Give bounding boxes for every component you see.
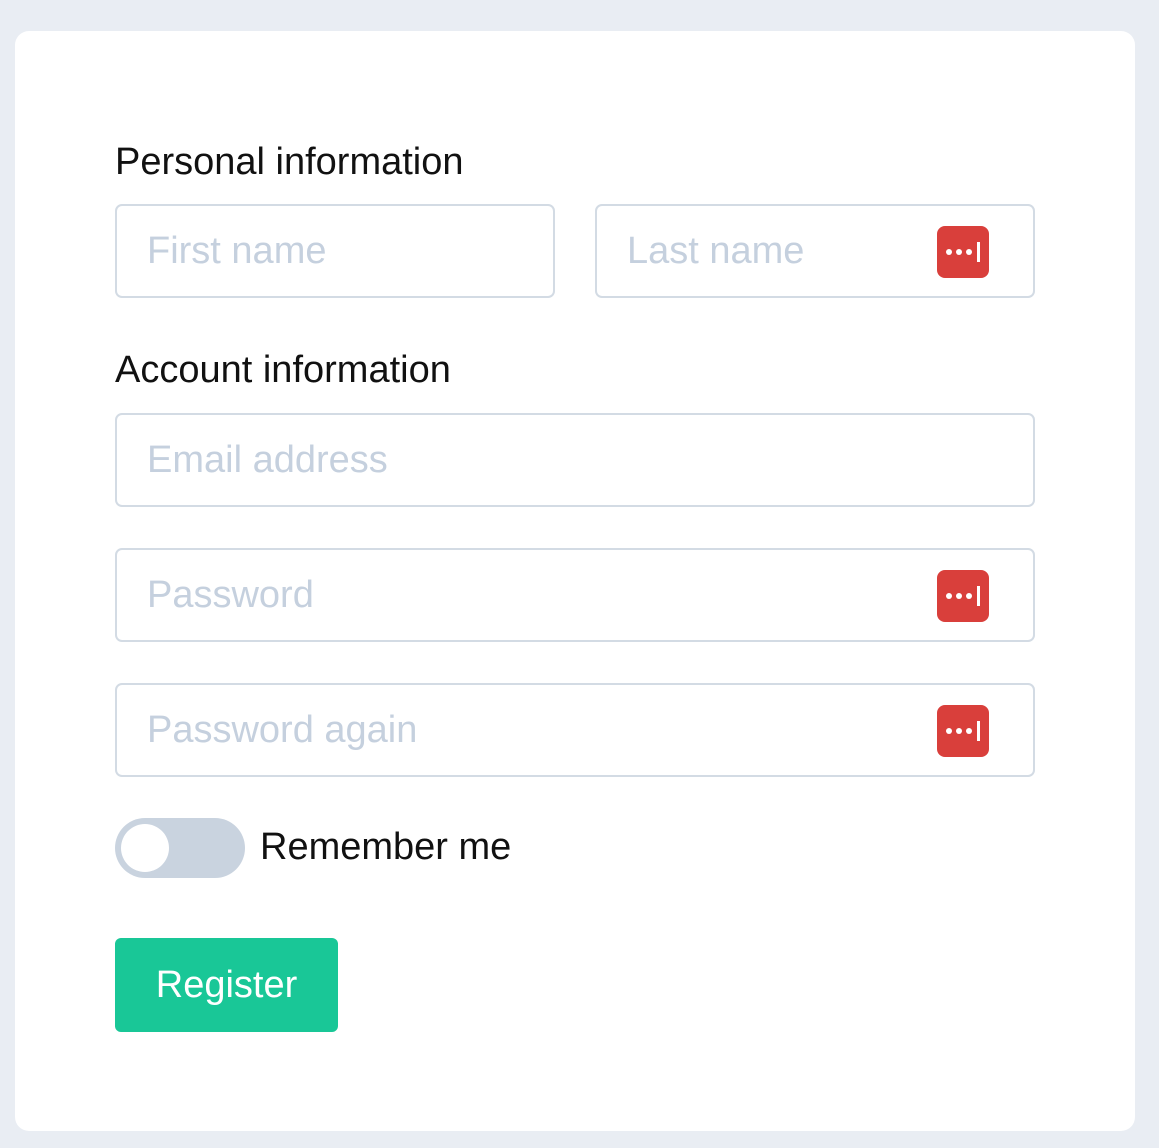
remember-me-toggle[interactable] xyxy=(115,818,245,878)
password-manager-icon[interactable] xyxy=(937,570,989,622)
last-name-field[interactable] xyxy=(595,204,1035,298)
password-manager-icon[interactable] xyxy=(937,226,989,278)
password-again-input[interactable] xyxy=(117,685,1033,775)
password-again-field[interactable] xyxy=(115,683,1035,777)
personal-information-heading: Personal information xyxy=(115,141,464,183)
password-field[interactable] xyxy=(115,548,1035,642)
toggle-knob xyxy=(121,824,169,872)
registration-card: Personal information Account information… xyxy=(15,31,1135,1131)
account-information-heading: Account information xyxy=(115,349,451,391)
password-manager-icon[interactable] xyxy=(937,705,989,757)
first-name-input[interactable] xyxy=(117,206,553,296)
email-field[interactable] xyxy=(115,413,1035,507)
first-name-field[interactable] xyxy=(115,204,555,298)
email-input[interactable] xyxy=(117,415,1033,505)
register-button[interactable]: Register xyxy=(115,938,338,1032)
remember-me-label[interactable]: Remember me xyxy=(260,828,511,866)
password-input[interactable] xyxy=(117,550,1033,640)
